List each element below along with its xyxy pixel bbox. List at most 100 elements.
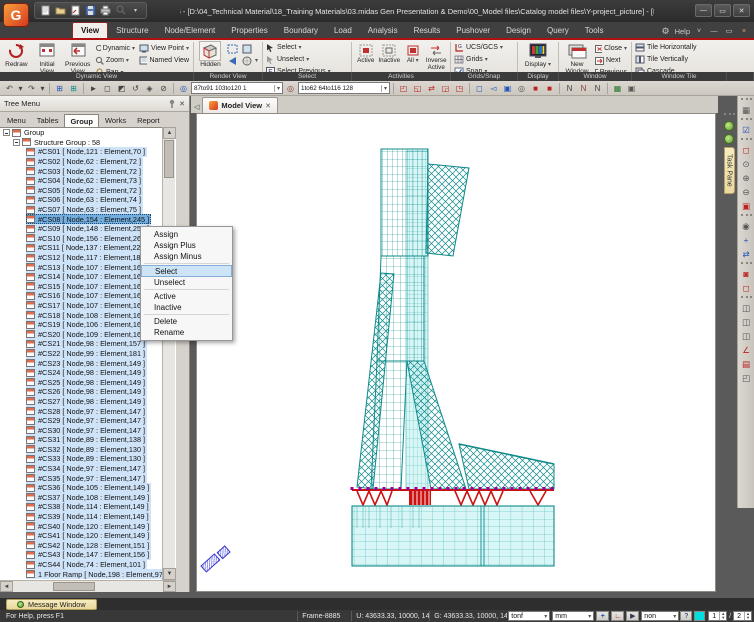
tree-assign-icon[interactable]: ⊞ [53,82,66,95]
tree-row[interactable]: #CS22 [ Node,99 : Element,181 ] [0,349,176,359]
context-menu-item-select[interactable]: Select [141,265,232,277]
model-canvas[interactable] [196,113,716,592]
qat-dropdown-icon[interactable]: ▾ [129,4,142,17]
tree-tab-menu[interactable]: Menu [2,114,31,127]
open-file-icon[interactable] [54,4,67,17]
undo-icon[interactable]: ↶ [3,82,16,95]
tree-row[interactable]: 1 Floor Ramp [ Node,198 : Element,97 ] [0,569,176,579]
tree-row[interactable]: Group [0,128,176,138]
element-number-icon[interactable]: N [577,82,590,95]
print-icon[interactable] [99,4,112,17]
tree-row[interactable]: Structure Group : 58 [0,138,176,148]
task-sphere-icon[interactable] [724,121,734,131]
tree-row[interactable]: #CS24 [ Node,98 : Element,149 ] [0,368,176,378]
help-dropdown-icon[interactable]: ˅ [693,26,705,37]
render-view-icon[interactable]: ▤ [739,357,754,371]
front-view-icon[interactable]: ◫ [739,315,754,329]
tree-row[interactable]: #CS40 [ Node,120 : Element,149 ] [0,521,176,531]
scroll-thumb[interactable] [53,582,95,591]
context-menu-item-rename[interactable]: Rename [141,327,232,338]
tree-row[interactable]: #CS06 [ Node,63 : Element,74 ] [0,195,176,205]
ucs-gcs-button[interactable]: GUCS/GCS▾ [452,42,516,53]
tree-row[interactable]: #CS36 [ Node,105 : Element,149 ] [0,483,176,493]
scroll-right-icon[interactable]: ► [163,581,176,592]
selection-id-combo-2[interactable]: 1to62 64to116 128▾ [298,82,390,94]
restore-button[interactable]: ▭ [714,4,731,17]
length-unit-select[interactable]: mm▾ [552,611,594,621]
perspective-icon[interactable]: ■ [543,82,556,95]
task-sphere-icon[interactable] [724,134,734,144]
tree-row[interactable]: #CS02 [ Node,62 : Element,72 ] [0,157,176,167]
tree-row[interactable]: #CS01 [ Node,121 : Element,70 ] [0,147,176,157]
unselect-id-icon[interactable]: ◎ [284,82,297,95]
undo-drop-icon[interactable]: ▾ [17,82,24,95]
tree-row[interactable]: #CS41 [ Node,120 : Element,149 ] [0,531,176,541]
help-label[interactable]: Help [675,27,690,36]
task-pane-tab[interactable]: Task Pane [724,147,735,194]
render-shade-icon[interactable] [240,43,260,54]
ribbon-tab-tools[interactable]: Tools [577,22,612,38]
ribbon-minimize-icon[interactable]: — [708,26,720,37]
ucs-axis-icon[interactable]: ∟ [611,611,624,621]
tree-row[interactable]: #CS31 [ Node,89 : Element,138 ] [0,435,176,445]
app-logo[interactable]: G [3,3,29,27]
drag-handle[interactable] [724,113,735,117]
zoom-window-icon[interactable]: ◻ [739,143,754,157]
context-menu-item-assign[interactable]: Assign [141,229,232,240]
tree-row[interactable]: #CS08 [ Node,154 : Element,245 ] [0,214,176,224]
drag-handle[interactable] [741,214,752,218]
help-question-button[interactable]: ? [680,611,692,621]
mode-select[interactable]: non▾ [641,611,679,621]
scroll-up-icon[interactable]: ▲ [163,127,176,139]
angle-view-icon[interactable]: ∠ [739,343,754,357]
lock-icon[interactable]: ▣ [625,82,638,95]
play-icon[interactable]: ▶ [626,611,639,621]
page-current-spinner[interactable]: 1▲▼ [708,611,727,621]
drag-handle[interactable] [741,138,752,142]
drag-handle[interactable] [741,118,752,122]
ribbon-tab-properties[interactable]: Properties [223,22,275,38]
display-option-icon[interactable]: N [591,82,604,95]
print-preview-icon[interactable] [114,4,127,17]
tree-row[interactable]: #CS26 [ Node,98 : Element,149 ] [0,387,176,397]
tree-horizontal-scrollbar[interactable]: ◄ ► [0,580,176,592]
named-view-button[interactable]: Named View [137,55,191,66]
select-window-icon[interactable]: ◻ [101,82,114,95]
new-file-icon[interactable] [39,4,52,17]
ribbon-close-icon[interactable]: × [738,26,750,37]
tree-tab-report[interactable]: Report [132,114,165,127]
context-menu-item-assign-minus[interactable]: Assign Minus [141,251,232,262]
tree-row[interactable]: #CS27 [ Node,98 : Element,149 ] [0,397,176,407]
tree-row[interactable]: #CS32 [ Node,89 : Element,130 ] [0,445,176,455]
deactivate-icon[interactable]: ◲ [439,82,452,95]
select-intersect-icon[interactable]: ↺ [129,82,142,95]
tree-row[interactable]: #CS29 [ Node,97 : Element,147 ] [0,416,176,426]
tree-vertical-scrollbar[interactable]: ▲ ▼ [162,127,175,580]
ribbon-tab-load[interactable]: Load [326,22,360,38]
ribbon-tab-results[interactable]: Results [406,22,449,38]
tree-row[interactable]: #CS05 [ Node,62 : Element,72 ] [0,186,176,196]
drag-handle[interactable] [741,296,752,300]
tree-row[interactable]: #CS25 [ Node,98 : Element,149 ] [0,377,176,387]
tree-row[interactable]: #CS43 [ Node,147 : Element,156 ] [0,550,176,560]
select-single-icon[interactable]: ► [87,82,100,95]
force-unit-select[interactable]: tonf▾ [508,611,550,621]
tab-close-icon[interactable]: ✕ [265,102,271,110]
model-view-tab[interactable]: Model View ✕ [202,97,278,113]
tree-tab-tables[interactable]: Tables [32,114,64,127]
tree-view-icon[interactable]: ⊞ [67,82,80,95]
tab-nav-left-icon[interactable]: ◁ [191,103,202,113]
ribbon-tab-design[interactable]: Design [498,22,539,38]
ribbon-tab-node-element[interactable]: Node/Element [157,22,224,38]
hidden-toggle-icon[interactable]: ▣ [501,82,514,95]
redo-icon[interactable]: ↷ [25,82,38,95]
ribbon-tab-pushover[interactable]: Pushover [448,22,498,38]
context-menu-item-active[interactable]: Active [141,291,232,302]
render-left-icon[interactable]: ◅ [487,82,500,95]
side-view-icon[interactable]: ◫ [739,329,754,343]
grid-icon[interactable]: ▦ [739,103,754,117]
tile-vertically-button[interactable]: Tile Vertically [633,54,725,65]
scroll-left-icon[interactable]: ◄ [0,581,13,592]
magnify-icon[interactable]: ◉ [739,219,754,233]
tree-row[interactable]: #CS33 [ Node,89 : Element,130 ] [0,454,176,464]
